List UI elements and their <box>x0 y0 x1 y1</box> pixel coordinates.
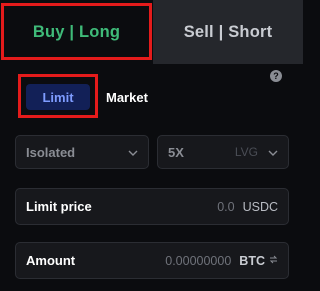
limit-price-field[interactable]: Limit price 0.0 USDC <box>15 188 289 225</box>
tab-buy-long[interactable]: Buy | Long <box>0 0 153 64</box>
leverage-select[interactable]: 5X LVG <box>157 135 289 169</box>
order-type-market-label: Market <box>106 89 148 105</box>
tab-sell-short-label: Sell | Short <box>183 22 273 41</box>
tab-sell-short[interactable]: Sell | Short <box>153 0 303 64</box>
order-type-market-button[interactable]: Market <box>106 84 148 110</box>
help-icon-glyph: ? <box>273 71 279 81</box>
chevron-down-icon <box>128 145 138 159</box>
margin-mode-select[interactable]: Isolated <box>15 135 149 169</box>
amount-field[interactable]: Amount 0.00000000 BTC <box>15 242 289 279</box>
help-icon[interactable]: ? <box>270 70 282 82</box>
swap-icon[interactable] <box>269 255 278 267</box>
limit-price-value[interactable]: 0.0 <box>217 200 234 214</box>
margin-mode-value: Isolated <box>26 144 76 160</box>
limit-price-label: Limit price <box>26 199 92 214</box>
amount-label: Amount <box>26 253 76 268</box>
leverage-unit: LVG <box>234 145 258 159</box>
order-type-limit-label: Limit <box>42 89 74 105</box>
trade-panel: Buy | Long Sell | Short Limit Market ? I… <box>0 0 303 291</box>
limit-price-unit: USDC <box>242 199 278 214</box>
leverage-value: 5X <box>168 144 184 160</box>
chevron-down-icon <box>268 145 278 159</box>
order-type-limit-button[interactable]: Limit <box>26 84 90 110</box>
side-tabs: Buy | Long Sell | Short <box>0 0 303 64</box>
amount-unit-button[interactable]: BTC <box>239 254 265 268</box>
tab-buy-long-label: Buy | Long <box>32 22 121 41</box>
amount-value[interactable]: 0.00000000 <box>165 254 231 268</box>
